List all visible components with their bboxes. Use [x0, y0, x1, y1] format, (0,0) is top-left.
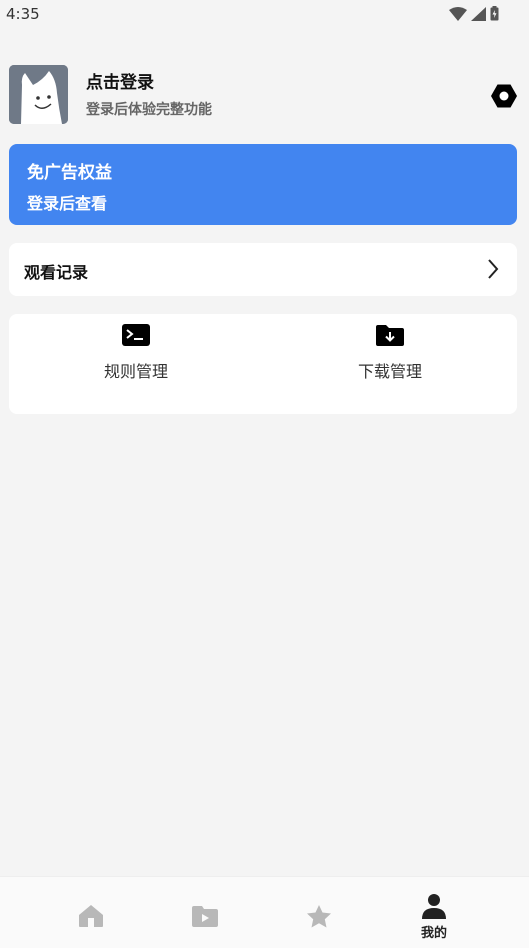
signal-icon [471, 6, 486, 21]
chevron-right-icon [488, 259, 499, 279]
nav-mine[interactable]: 我的 [404, 891, 464, 941]
watch-history-label: 观看记录 [24, 263, 89, 282]
nav-home[interactable] [61, 891, 121, 931]
video-icon [192, 906, 218, 927]
download-management-button[interactable]: 下载管理 [320, 322, 460, 382]
profile-header[interactable]: 点击登录 登录后体验完整功能 [9, 65, 520, 125]
tools-card: 规则管理 下载管理 [9, 314, 517, 414]
nav-video[interactable] [175, 891, 235, 931]
home-icon [79, 905, 103, 927]
settings-button[interactable] [488, 80, 520, 112]
person-icon [422, 894, 446, 919]
nav-favorites[interactable] [289, 891, 349, 931]
status-icons [449, 6, 499, 21]
ad-free-card[interactable]: 免广告权益 登录后查看 [9, 144, 517, 225]
rules-management-label: 规则管理 [103, 362, 168, 381]
wifi-icon [449, 6, 467, 21]
settings-hexagon-icon [491, 84, 517, 108]
battery-icon [490, 6, 499, 21]
bottom-navigation: 我的 [0, 876, 529, 948]
login-subtitle: 登录后体验完整功能 [86, 102, 212, 118]
status-time: 4:35 [6, 5, 40, 23]
nav-mine-label: 我的 [420, 926, 447, 941]
star-icon [307, 904, 331, 927]
folder-download-icon [376, 325, 404, 346]
download-management-label: 下载管理 [357, 362, 422, 381]
ad-free-subtitle: 登录后查看 [27, 194, 108, 213]
avatar[interactable] [9, 65, 68, 124]
status-bar: 4:35 [0, 0, 529, 30]
cat-avatar-icon [9, 65, 68, 124]
login-title[interactable]: 点击登录 [86, 68, 154, 93]
terminal-icon [122, 324, 150, 346]
rules-management-button[interactable]: 规则管理 [66, 322, 206, 382]
ad-free-title: 免广告权益 [27, 163, 112, 183]
watch-history-row[interactable]: 观看记录 [9, 243, 517, 296]
